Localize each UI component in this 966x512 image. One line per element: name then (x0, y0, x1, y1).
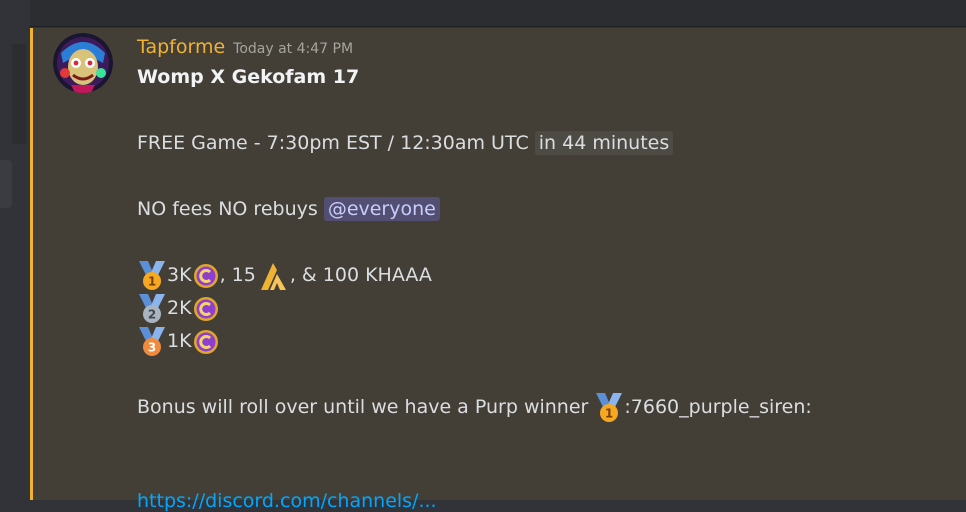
game-line-text: FREE Game - 7:30pm EST / 12:30am UTC (137, 132, 529, 154)
prize-2-amount: 2K (167, 297, 192, 319)
mention-accent-bar (30, 28, 33, 500)
bonus-line: Bonus will roll over until we have a Pur… (137, 391, 957, 424)
prize-1-amount: 3K (167, 264, 192, 286)
svg-text:1: 1 (148, 275, 156, 289)
prize-row-3: 3 1K (137, 325, 957, 358)
game-line: FREE Game - 7:30pm EST / 12:30am UTC in … (137, 127, 957, 160)
prize-3-amount: 1K (167, 330, 192, 352)
prize-1-extra2: , & 100 KHAAA (289, 264, 432, 286)
purple-coin-icon (193, 263, 219, 289)
relative-time-chip[interactable]: in 44 minutes (534, 131, 674, 155)
purple-coin-icon (193, 296, 219, 322)
message-link[interactable]: https://discord.com/channels/... (137, 490, 437, 512)
first-place-medal-icon: 1 (137, 259, 167, 292)
purple-coin-icon (193, 329, 219, 355)
bonus-text: Bonus will roll over until we have a Pur… (137, 396, 589, 418)
third-place-medal-icon: 3 (137, 325, 167, 358)
prize-1-extra: , 15 (219, 264, 256, 286)
gold-spike-token-icon (258, 260, 288, 292)
everyone-mention[interactable]: @everyone (323, 197, 440, 221)
message-header: Tapforme Today at 4:47 PM (137, 33, 957, 61)
author-name[interactable]: Tapforme (137, 36, 225, 58)
svg-text:2: 2 (148, 308, 156, 322)
message-content: Tapforme Today at 4:47 PM Womp X Gekofam … (137, 33, 957, 424)
first-place-medal-icon: 1 (594, 391, 624, 424)
message-timestamp[interactable]: Today at 4:47 PM (233, 41, 353, 57)
svg-text:1: 1 (605, 407, 613, 421)
prize-row-2: 2 2K (137, 292, 957, 325)
second-place-medal-icon: 2 (137, 292, 167, 325)
side-panel-strip (12, 44, 26, 144)
side-panel-tab[interactable] (0, 160, 12, 208)
svg-text:3: 3 (148, 341, 156, 355)
avatar[interactable] (53, 33, 113, 93)
channel-header-bar (30, 0, 966, 27)
message-title: Womp X Gekofam 17 (137, 66, 360, 88)
bonus-emoji-text: :7660_purple_siren: (624, 396, 812, 418)
fees-line-text: NO fees NO rebuys (137, 198, 318, 220)
prize-row-1: 1 3K , 15 , & 100 KHAAA (137, 259, 957, 292)
fees-line: NO fees NO rebuys @everyone (137, 193, 957, 226)
